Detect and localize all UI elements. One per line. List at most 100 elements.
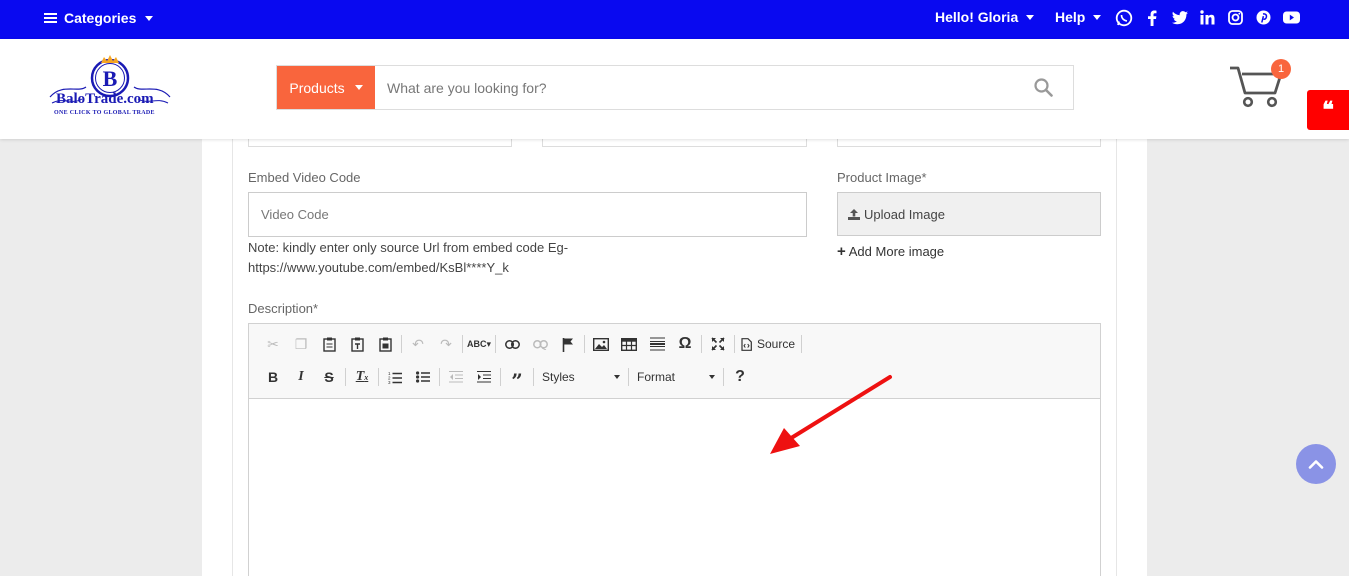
styles-dropdown[interactable]: Styles (536, 366, 626, 388)
outdent-icon[interactable] (442, 364, 470, 390)
italic-icon[interactable]: I (287, 364, 315, 390)
site-header: B BaloTrade.com ONE CLICK TO GLOBAL TRAD… (0, 39, 1349, 139)
add-more-image-link[interactable]: + Add More image (837, 243, 944, 260)
instagram-icon[interactable] (1226, 8, 1245, 27)
caret-down-icon (145, 15, 154, 21)
paste-word-icon[interactable] (371, 331, 399, 357)
blockquote-icon[interactable]: ” (503, 364, 531, 393)
logo-wordmark: BaloTrade.com (56, 91, 154, 107)
unlink-icon[interactable] (526, 331, 554, 357)
cart-count-badge: 1 (1271, 59, 1291, 79)
special-char-icon[interactable]: Ω (671, 331, 699, 357)
caret-down-icon (1093, 14, 1102, 20)
video-note: Note: kindly enter only source Url from … (248, 240, 569, 275)
search-category-label: Products (289, 79, 345, 96)
svg-text:3: 3 (388, 380, 391, 384)
site-logo[interactable]: B BaloTrade.com ONE CLICK TO GLOBAL TRAD… (48, 53, 172, 127)
source-icon (741, 337, 752, 351)
plus-icon: + (837, 243, 846, 260)
caret-down-icon (1026, 14, 1035, 20)
user-menu[interactable]: Hello! Gloria (935, 9, 1035, 25)
undo-icon[interactable]: ↶ (404, 331, 432, 357)
upload-icon (848, 208, 860, 220)
bulleted-list-icon[interactable] (409, 364, 437, 390)
format-label: Format (637, 370, 676, 384)
add-more-image-label: Add More image (848, 244, 945, 259)
facebook-icon[interactable] (1142, 8, 1161, 27)
upload-image-label: Upload Image (864, 206, 945, 222)
top-bar: Categories Hello! Gloria Help (0, 0, 1349, 39)
product-image-label: Product Image* (837, 170, 927, 185)
scroll-to-top-button[interactable] (1296, 444, 1336, 484)
toolbar-separator (500, 368, 501, 386)
source-label: Source (757, 337, 796, 351)
toolbar-separator (345, 368, 346, 386)
indent-icon[interactable] (470, 364, 498, 390)
toolbar-separator (584, 335, 585, 353)
video-code-label: Embed Video Code (248, 170, 361, 185)
search-button[interactable] (1013, 66, 1073, 109)
help-icon[interactable]: ? (726, 364, 754, 390)
help-menu[interactable]: Help (1055, 9, 1102, 25)
search-input[interactable] (375, 66, 1013, 109)
link-icon[interactable] (498, 331, 526, 357)
bold-icon[interactable]: B (259, 364, 287, 390)
quote-button[interactable]: ❝ (1307, 90, 1349, 130)
pinterest-icon[interactable] (1254, 8, 1273, 27)
copy-icon[interactable]: ❐ (287, 331, 315, 357)
caret-down-icon (354, 85, 363, 90)
horizontal-rule-icon[interactable] (643, 331, 671, 357)
linkedin-icon[interactable] (1198, 8, 1217, 27)
search-bar: Products (276, 65, 1074, 110)
strikethrough-icon[interactable]: S (315, 364, 343, 390)
whatsapp-icon[interactable] (1114, 8, 1133, 27)
twitter-icon[interactable] (1170, 8, 1189, 27)
categories-label: Categories (64, 10, 137, 26)
toolbar-separator (401, 335, 402, 353)
search-icon (1033, 78, 1053, 97)
image-icon[interactable] (587, 331, 615, 357)
spellcheck-icon[interactable]: ABC▾ (465, 331, 493, 357)
table-icon[interactable] (615, 331, 643, 357)
paste-text-icon[interactable] (343, 331, 371, 357)
toolbar-separator (701, 335, 702, 353)
editor-content-area[interactable] (249, 399, 1100, 576)
toolbar-separator (801, 335, 803, 353)
input-fragment[interactable] (837, 139, 1101, 147)
search-category-dropdown[interactable]: Products (277, 66, 375, 109)
user-greeting: Hello! Gloria (935, 9, 1019, 25)
youtube-icon[interactable] (1282, 8, 1301, 27)
anchor-flag-icon[interactable] (554, 331, 582, 357)
editor-toolbar: ✂ ❐ ↶ ↷ ABC▾ Ω Source B I S T x 1 2 3 ” … (249, 324, 1100, 399)
paste-icon[interactable] (315, 331, 343, 357)
caret-down-icon (614, 375, 620, 379)
logo-letter: B (103, 66, 118, 91)
redo-icon[interactable]: ↷ (432, 331, 460, 357)
remove-format-icon[interactable]: Tx (348, 364, 376, 390)
cut-icon[interactable]: ✂ (259, 331, 287, 357)
description-label: Description* (248, 301, 319, 316)
logo-tagline: ONE CLICK TO GLOBAL TRADE (54, 110, 155, 116)
categories-menu[interactable]: Categories (44, 10, 154, 26)
input-fragment[interactable] (542, 139, 807, 147)
source-button[interactable]: Source (737, 331, 799, 357)
help-label: Help (1055, 9, 1086, 25)
video-code-input[interactable]: Video Code (248, 192, 807, 237)
chevron-up-icon (1308, 460, 1324, 469)
format-dropdown[interactable]: Format (631, 366, 721, 388)
toolbar-separator (533, 368, 534, 386)
description-editor: ✂ ❐ ↶ ↷ ABC▾ Ω Source B I S T x 1 2 3 ” … (248, 323, 1101, 576)
numbered-list-icon[interactable]: 123 (381, 364, 409, 390)
upload-image-button[interactable]: Upload Image (837, 192, 1101, 236)
hamburger-icon (44, 13, 57, 23)
toolbar-separator (439, 368, 440, 386)
toolbar-separator (462, 335, 463, 353)
toolbar-separator (495, 335, 496, 353)
quote-icon: ❝ (1322, 97, 1334, 123)
styles-label: Styles (542, 370, 575, 384)
caret-down-icon (709, 375, 715, 379)
input-fragment[interactable] (248, 139, 512, 147)
toolbar-separator (628, 368, 629, 386)
maximize-icon[interactable] (704, 331, 732, 357)
toolbar-separator (723, 368, 724, 386)
